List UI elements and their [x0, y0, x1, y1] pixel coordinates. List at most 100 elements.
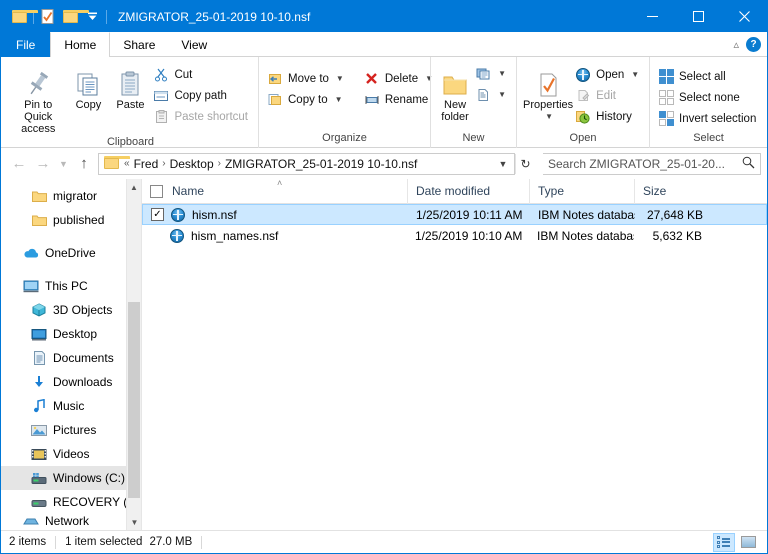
organize-col-1: Move to ▼ Copy to ▼ [265, 65, 348, 110]
sidebar-item-published[interactable]: published [1, 208, 141, 232]
recent-locations-chevron-down-icon[interactable]: ▼ [55, 152, 72, 176]
history-button[interactable]: History [573, 106, 643, 127]
row-checkbox[interactable]: ✓ [151, 208, 164, 221]
tab-view[interactable]: View [168, 32, 220, 57]
collapse-ribbon-chevron-up-icon[interactable]: ▵ [733, 38, 739, 51]
scroll-up-arrow-icon[interactable]: ▲ [127, 179, 141, 195]
pin-to-quick-access-button[interactable]: Pin to Quick access [9, 61, 67, 135]
scrollbar-thumb[interactable] [128, 302, 140, 498]
thumbnail-view-button[interactable] [737, 533, 759, 552]
clipboard-small-buttons: Cut Copy path Paste shortcut [151, 61, 252, 127]
breadcrumb-bar[interactable]: « Fred › Desktop › ZMIGRATOR_25-01-2019 … [98, 152, 515, 175]
qat-properties-icon[interactable] [37, 6, 59, 28]
sidebar-item-migrator[interactable]: migrator [1, 184, 141, 208]
3d-objects-icon [31, 302, 47, 318]
column-header-name[interactable]: Name ˄ [142, 179, 407, 204]
delete-button[interactable]: Delete ▼ [362, 68, 437, 89]
sidebar-item-downloads[interactable]: Downloads [1, 370, 141, 394]
easy-access-chevron-down-icon[interactable]: ▼ [498, 90, 506, 99]
sidebar-item-desktop[interactable]: Desktop [1, 322, 141, 346]
breadcrumb-overflow[interactable]: « [123, 158, 131, 169]
maximize-button[interactable] [675, 1, 721, 32]
column-header-date-modified[interactable]: Date modified [407, 179, 529, 204]
search-input[interactable] [548, 156, 742, 171]
history-label: History [596, 110, 632, 123]
ribbon-group-label-open: Open [569, 132, 597, 144]
sidebar-item-this-pc[interactable]: This PC [1, 274, 141, 298]
close-button[interactable] [721, 1, 767, 32]
open-small-buttons: Open ▼ Edit History [573, 61, 643, 127]
table-row[interactable]: hism_names.nsf 1/25/2019 10:10 AM IBM No… [142, 225, 767, 246]
properties-button[interactable]: Properties ▼ [523, 61, 573, 123]
column-label-date: Date modified [416, 184, 491, 198]
edit-button[interactable]: Edit [573, 85, 643, 106]
search-icon[interactable] [742, 156, 755, 172]
ribbon-group-label-select: Select [693, 132, 724, 144]
help-icon[interactable]: ? [746, 36, 761, 52]
sidebar-item-onedrive[interactable]: OneDrive [1, 241, 141, 265]
search-box[interactable] [543, 152, 761, 175]
sidebar-item-videos[interactable]: Videos [1, 442, 141, 466]
copy-to-icon [267, 92, 283, 108]
select-all-checkbox[interactable] [150, 184, 163, 198]
table-row[interactable]: ✓ hism.nsf 1/25/2019 10:11 AM IBM Notes … [142, 204, 767, 225]
paste-button[interactable]: Paste [109, 61, 151, 111]
tab-share[interactable]: Share [110, 32, 168, 57]
copy-to-button[interactable]: Copy to ▼ [265, 89, 348, 110]
sidebar-item-windows-c[interactable]: Windows (C:) [1, 466, 141, 490]
breadcrumb-item-desktop[interactable]: Desktop [167, 157, 217, 171]
details-view-button[interactable] [713, 532, 735, 552]
tab-home[interactable]: Home [50, 32, 111, 57]
copy-button[interactable]: Copy [67, 61, 109, 111]
new-item-chevron-down-icon[interactable]: ▼ [498, 69, 506, 78]
select-all-button[interactable]: Select all [656, 66, 760, 87]
sidebar-item-network[interactable]: Network [1, 514, 141, 528]
forward-button-arrow-right-icon[interactable]: → [31, 152, 55, 176]
navigation-pane-scrollbar[interactable]: ▲ ▼ [126, 179, 141, 530]
column-label-type: Type [538, 184, 565, 198]
up-button-arrow-up-icon[interactable]: ↑ [72, 152, 96, 176]
status-bar: 2 items 1 item selected 27.0 MB [1, 530, 767, 553]
refresh-button-refresh-icon[interactable]: ↻ [515, 153, 535, 174]
ribbon-group-label-organize: Organize [322, 132, 367, 144]
column-header-size[interactable]: Size [634, 179, 712, 204]
open-chevron-down-icon[interactable]: ▼ [631, 70, 639, 79]
easy-access-button[interactable]: ▼ [473, 84, 510, 105]
minimize-button[interactable] [629, 1, 675, 32]
column-header-type[interactable]: Type [529, 179, 634, 204]
qat-explorer-icon[interactable] [8, 6, 38, 28]
properties-icon [534, 65, 562, 99]
qat-divider-2 [106, 9, 107, 24]
invert-selection-button[interactable]: Invert selection [656, 108, 760, 129]
copy-to-chevron-down-icon[interactable]: ▼ [335, 95, 343, 104]
move-to-chevron-down-icon[interactable]: ▼ [336, 74, 344, 83]
drive-icon [31, 470, 47, 486]
new-folder-button[interactable]: New folder [437, 61, 473, 123]
back-button-arrow-left-icon[interactable]: ← [7, 152, 31, 176]
cut-button[interactable]: Cut [151, 64, 252, 85]
open-button[interactable]: Open ▼ [573, 64, 643, 85]
delete-icon [364, 71, 380, 87]
new-item-button[interactable]: ▼ [473, 63, 510, 84]
sidebar-item-documents[interactable]: Documents [1, 346, 141, 370]
paste-shortcut-button[interactable]: Paste shortcut [151, 106, 252, 127]
select-none-button[interactable]: Select none [656, 87, 760, 108]
sidebar-item-recovery-d[interactable]: RECOVERY (D:) [1, 490, 141, 514]
breadcrumb-item-current[interactable]: ZMIGRATOR_25-01-2019 10-10.nsf [222, 157, 420, 171]
qat-customize-chevron-down-icon[interactable] [81, 6, 103, 28]
column-headers: Name ˄ Date modified Type Size [142, 179, 767, 204]
properties-chevron-down-icon[interactable]: ▼ [545, 111, 553, 123]
row-checkbox[interactable] [150, 229, 163, 242]
paste-icon [115, 65, 145, 99]
tab-file[interactable]: File [1, 32, 51, 57]
breadcrumb-item-fred[interactable]: Fred [131, 157, 162, 171]
sidebar-item-music[interactable]: Music [1, 394, 141, 418]
address-dropdown-chevron-down-icon[interactable]: ▼ [494, 159, 512, 169]
rename-button[interactable]: Rename [362, 89, 437, 110]
sidebar-item-3d-objects[interactable]: 3D Objects [1, 298, 141, 322]
scroll-down-arrow-icon[interactable]: ▼ [127, 514, 141, 530]
sidebar-item-pictures[interactable]: Pictures [1, 418, 141, 442]
move-to-button[interactable]: Move to ▼ [265, 68, 348, 89]
qat-new-folder-icon[interactable] [59, 6, 89, 28]
copy-path-button[interactable]: Copy path [151, 85, 252, 106]
